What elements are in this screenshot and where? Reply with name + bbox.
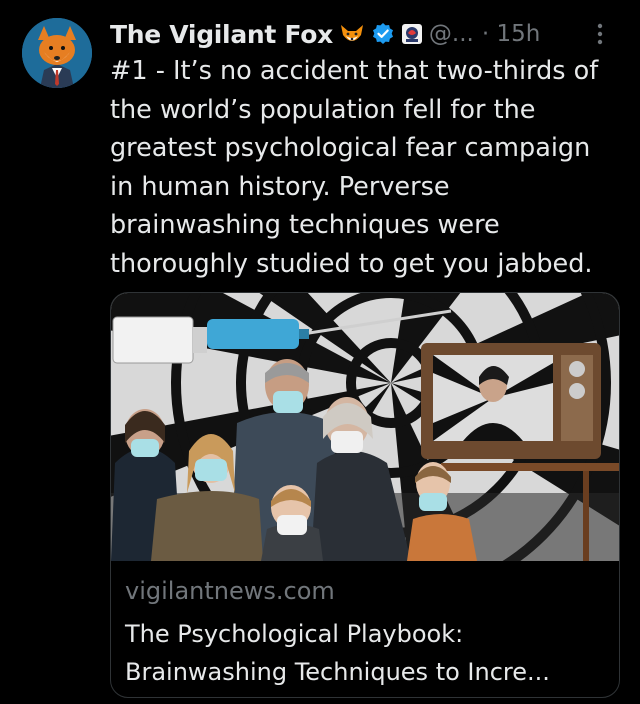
link-card-title[interactable]: The Psychological Playbook: Brainwashing… (125, 615, 605, 691)
author-name[interactable]: The Vigilant Fox (110, 20, 333, 49)
verified-badge-icon (371, 22, 395, 46)
link-card[interactable]: vigilantnews.com The Psychological Playb… (110, 292, 620, 698)
affiliate-badge-icon[interactable] (401, 23, 423, 45)
fox-emoji-icon (339, 21, 365, 47)
link-card-image (111, 293, 619, 561)
more-options-icon[interactable] (588, 16, 612, 52)
tweet-text: #1 - It’s no accident that two-thirds of… (110, 56, 599, 279)
tweet-timestamp[interactable]: · 15h (482, 21, 540, 47)
tweet-header: The Vigilant Fox @... · 15h (110, 16, 622, 52)
author-avatar[interactable] (22, 18, 92, 88)
author-handle[interactable]: @... (429, 21, 474, 47)
link-card-domain[interactable]: vigilantnews.com (125, 577, 335, 605)
fox-avatar-image (22, 18, 92, 88)
